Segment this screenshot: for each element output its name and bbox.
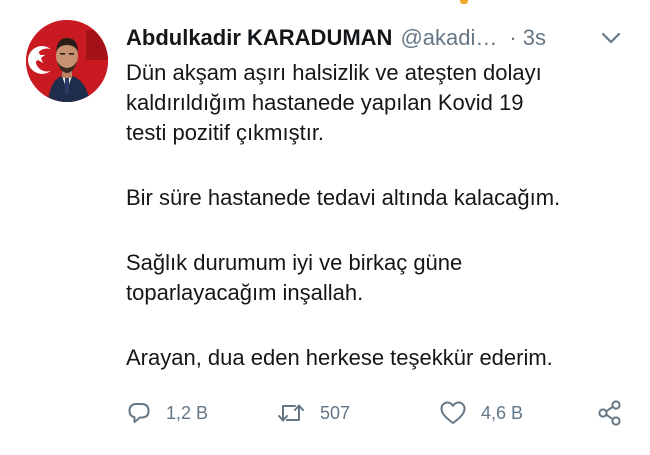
tweet-text: Dün akşam aşırı halsizlik ve ateşten dol… bbox=[126, 58, 626, 408]
retweet-icon bbox=[276, 400, 306, 426]
tweet-paragraph: Dün akşam aşırı halsizlik ve ateşten dol… bbox=[126, 60, 542, 145]
user-handle[interactable]: @akadi… bbox=[400, 25, 497, 51]
timestamp[interactable]: 3s bbox=[523, 25, 546, 51]
reply-icon bbox=[126, 400, 152, 426]
chevron-down-icon[interactable] bbox=[600, 30, 622, 46]
action-bar: 1,2 B 507 4,6 B bbox=[126, 395, 626, 431]
separator-dot: · bbox=[509, 25, 517, 50]
avatar[interactable] bbox=[26, 20, 108, 102]
share-icon bbox=[596, 399, 624, 427]
like-count: 4,6 B bbox=[481, 402, 524, 423]
tweet-paragraph: Arayan, dua eden herkese teşekkür ederim… bbox=[126, 345, 553, 370]
share-button[interactable] bbox=[596, 395, 624, 431]
heart-icon bbox=[439, 400, 467, 426]
tweet[interactable]: Abdulkadir KARADUMAN @akadi… · 3s Dün ak… bbox=[0, 0, 650, 455]
tweet-paragraph: Sağlık durumum iyi ve birkaç güne toparl… bbox=[126, 250, 463, 305]
tweet-paragraph: Bir süre hastanede tedavi altında kalaca… bbox=[126, 185, 561, 210]
retweet-count: 507 bbox=[320, 402, 351, 423]
like-button[interactable]: 4,6 B bbox=[439, 395, 523, 431]
tweet-header: Abdulkadir KARADUMAN @akadi… · 3s bbox=[126, 22, 626, 54]
reply-button[interactable]: 1,2 B bbox=[126, 395, 208, 431]
retweet-button[interactable]: 507 bbox=[276, 395, 350, 431]
reply-count: 1,2 B bbox=[166, 402, 209, 423]
display-name[interactable]: Abdulkadir KARADUMAN bbox=[126, 25, 392, 51]
